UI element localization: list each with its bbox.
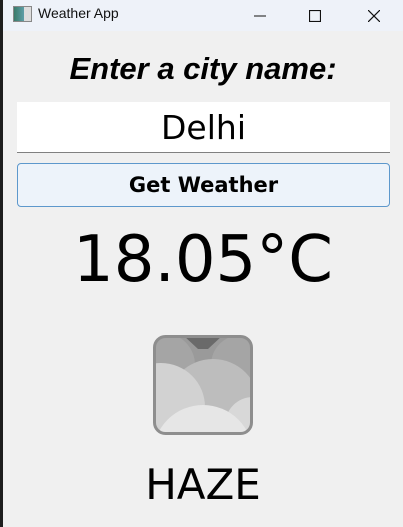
app-window: Weather App Enter a city name: Get Weath… [3, 0, 403, 527]
temperature-label: 18.05°C [73, 223, 333, 297]
city-input[interactable] [17, 102, 390, 153]
window-title: Weather App [38, 5, 119, 21]
weather-description-label: HAZE [145, 460, 261, 509]
minimize-button[interactable] [237, 0, 283, 31]
maximize-icon [309, 9, 321, 22]
app-icon [13, 6, 32, 22]
haze-cloud-icon [153, 335, 253, 435]
city-prompt-label: Enter a city name: [69, 51, 337, 86]
get-weather-button[interactable]: Get Weather [17, 163, 390, 207]
close-button[interactable] [351, 0, 397, 31]
title-bar: Weather App [3, 0, 403, 31]
minimize-icon [254, 15, 266, 16]
close-icon [368, 9, 380, 22]
maximize-button[interactable] [292, 0, 338, 31]
